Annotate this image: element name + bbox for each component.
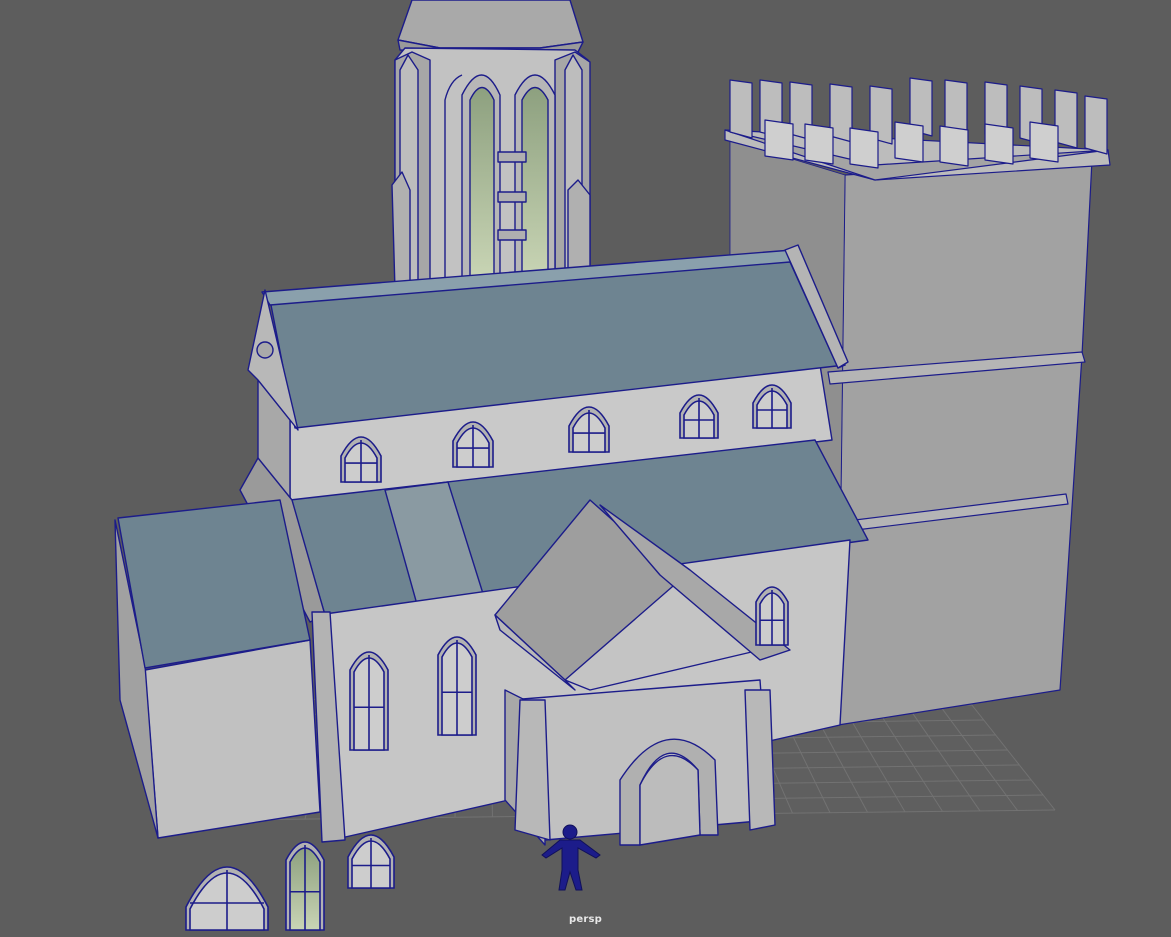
gothic-window [347, 834, 395, 889]
scene-render[interactable] [0, 0, 1171, 937]
merlon [894, 121, 924, 163]
merlon [939, 125, 969, 167]
merlon [1029, 121, 1059, 163]
bell-tower[interactable] [391, 0, 591, 291]
merlon [804, 123, 834, 165]
side-chapel[interactable] [114, 499, 321, 839]
gothic-window [437, 636, 477, 736]
gothic-window [349, 651, 389, 751]
camera-label: persp [569, 914, 602, 925]
merlon [849, 127, 879, 169]
perspective-viewport[interactable]: persp [0, 0, 1171, 937]
merlon [1084, 95, 1108, 155]
gothic-window [755, 586, 789, 646]
merlon [984, 123, 1014, 165]
merlon [764, 119, 794, 161]
merlon [729, 79, 753, 139]
